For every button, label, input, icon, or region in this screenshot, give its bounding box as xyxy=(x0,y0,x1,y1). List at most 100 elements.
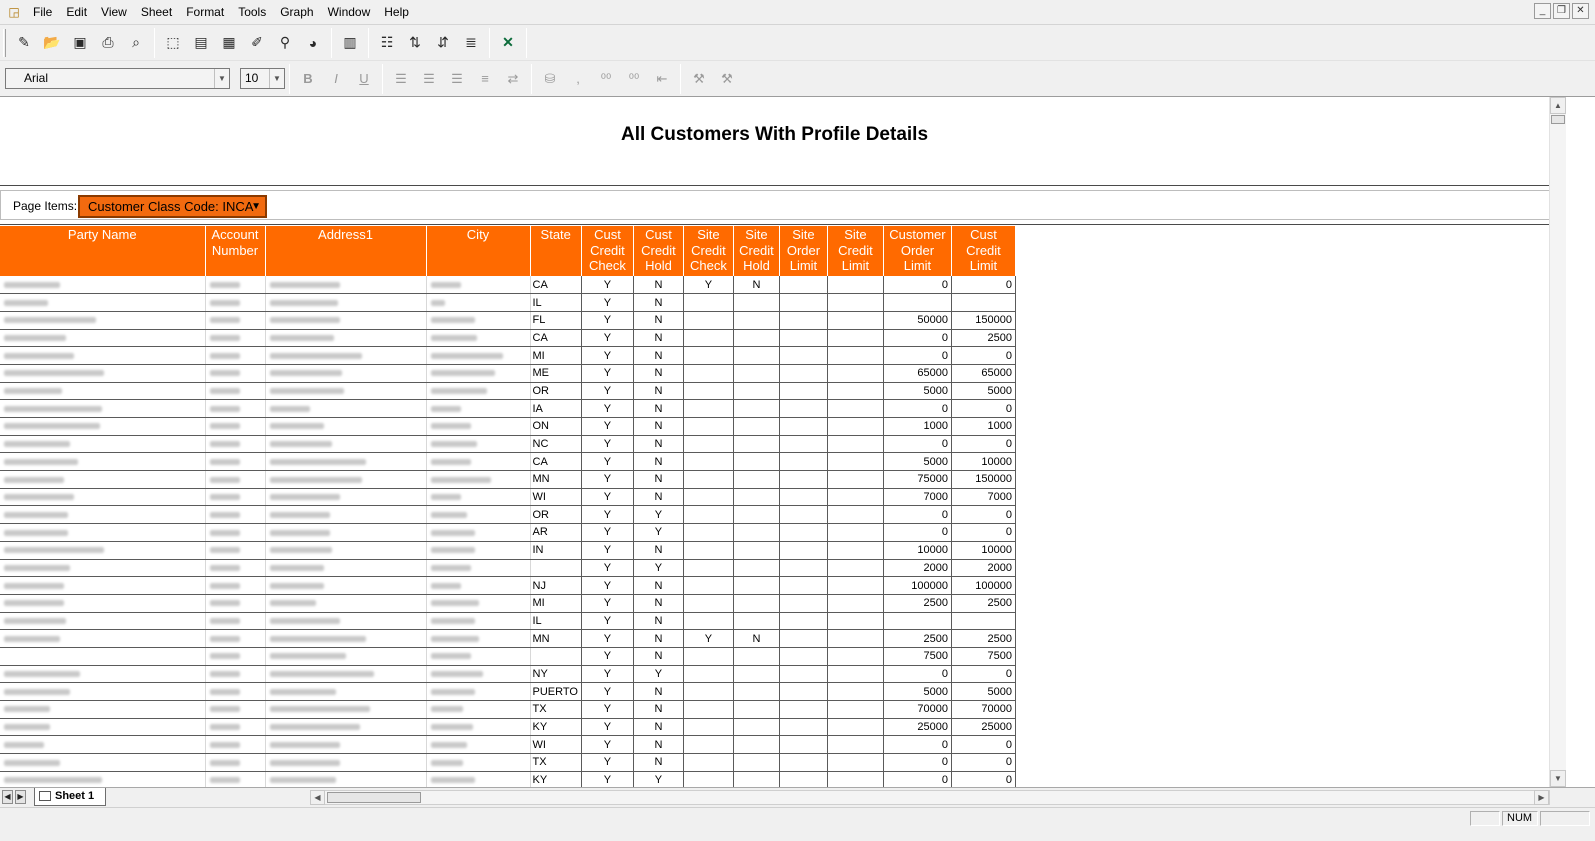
account-number-cell[interactable] xyxy=(205,470,266,489)
sch-cell[interactable] xyxy=(733,488,780,507)
column-header[interactable]: Site Credit Hold xyxy=(733,226,780,276)
table-row[interactable]: FL Y N 50000 150000 xyxy=(0,311,1016,330)
sol-cell[interactable] xyxy=(779,276,828,295)
city-cell[interactable] xyxy=(426,594,531,613)
menu-format[interactable]: Format xyxy=(179,0,231,25)
scc-cell[interactable] xyxy=(683,452,734,472)
table-row[interactable]: MI Y N 0 0 xyxy=(0,346,1016,365)
address-cell[interactable] xyxy=(265,505,427,525)
sch-cell[interactable] xyxy=(733,753,780,772)
scl-cell[interactable] xyxy=(827,594,884,613)
sch-cell[interactable] xyxy=(733,735,780,755)
tab-scroll-left-icon[interactable]: ◀ xyxy=(2,790,13,804)
align-center-icon[interactable]: ☰ xyxy=(418,68,440,90)
sch-cell[interactable] xyxy=(733,612,780,631)
ccl-cell[interactable]: 2000 xyxy=(951,559,1016,578)
ccl-cell[interactable]: 150000 xyxy=(951,311,1016,330)
scl-cell[interactable] xyxy=(827,647,884,666)
city-cell[interactable] xyxy=(426,541,531,560)
graph-icon[interactable]: ▥ xyxy=(339,32,361,54)
ccc-cell[interactable]: Y xyxy=(581,541,634,560)
menu-sheet[interactable]: Sheet xyxy=(134,0,179,25)
scc-cell[interactable] xyxy=(683,364,734,383)
scl-cell[interactable] xyxy=(827,541,884,560)
scl-cell[interactable] xyxy=(827,682,884,701)
scl-cell[interactable] xyxy=(827,612,884,631)
scl-cell[interactable] xyxy=(827,452,884,472)
state-cell[interactable]: MI xyxy=(530,594,582,613)
ccc-cell[interactable]: Y xyxy=(581,311,634,330)
new-icon[interactable]: ✎ xyxy=(13,32,35,54)
ccl-cell[interactable] xyxy=(951,612,1016,631)
ccc-cell[interactable]: Y xyxy=(581,329,634,348)
account-number-cell[interactable] xyxy=(205,735,266,755)
scc-cell[interactable] xyxy=(683,735,734,755)
sch-cell[interactable] xyxy=(733,541,780,560)
sch-cell[interactable] xyxy=(733,665,780,684)
ccc-cell[interactable]: Y xyxy=(581,364,634,383)
sch-cell[interactable] xyxy=(733,382,780,401)
bold-button[interactable]: B xyxy=(297,68,319,90)
sol-cell[interactable] xyxy=(779,293,828,312)
party-name-cell[interactable] xyxy=(0,293,206,312)
address-cell[interactable] xyxy=(265,452,427,472)
justify-icon[interactable]: ≡ xyxy=(474,68,496,90)
account-number-cell[interactable] xyxy=(205,612,266,631)
sch-cell[interactable] xyxy=(733,700,780,719)
state-cell[interactable]: CA xyxy=(530,276,582,295)
ccc-cell[interactable]: Y xyxy=(581,276,634,295)
column-header[interactable]: Site Credit Check xyxy=(683,226,734,276)
account-number-cell[interactable] xyxy=(205,399,266,418)
column-header[interactable]: Site Credit Limit xyxy=(827,226,884,276)
account-number-cell[interactable] xyxy=(205,346,266,365)
state-cell[interactable]: TX xyxy=(530,700,582,719)
address-cell[interactable] xyxy=(265,399,427,418)
address-cell[interactable] xyxy=(265,541,427,560)
address-cell[interactable] xyxy=(265,417,427,436)
city-cell[interactable] xyxy=(426,771,531,787)
scc-cell[interactable] xyxy=(683,470,734,489)
ccc-cell[interactable]: Y xyxy=(581,753,634,772)
sch-cell[interactable]: N xyxy=(733,276,780,295)
ccl-cell[interactable]: 0 xyxy=(951,399,1016,418)
sol-cell[interactable] xyxy=(779,417,828,436)
cch-cell[interactable]: N xyxy=(633,682,684,701)
state-cell[interactable] xyxy=(530,647,582,666)
col-cell[interactable]: 0 xyxy=(883,399,952,418)
scc-cell[interactable] xyxy=(683,612,734,631)
sol-cell[interactable] xyxy=(779,382,828,401)
account-number-cell[interactable] xyxy=(205,629,266,648)
ccc-cell[interactable]: Y xyxy=(581,647,634,666)
party-name-cell[interactable] xyxy=(0,276,206,295)
city-cell[interactable] xyxy=(426,735,531,755)
col-cell[interactable]: 50000 xyxy=(883,311,952,330)
address-cell[interactable] xyxy=(265,346,427,365)
city-cell[interactable] xyxy=(426,435,531,454)
address-cell[interactable] xyxy=(265,753,427,772)
state-cell[interactable]: NC xyxy=(530,435,582,454)
column-header[interactable]: Cust Credit Hold xyxy=(633,226,684,276)
cch-cell[interactable]: N xyxy=(633,311,684,330)
table-row[interactable]: IL Y N xyxy=(0,293,1016,312)
state-cell[interactable]: ME xyxy=(530,364,582,383)
table-row[interactable]: CA Y N Y N 0 0 xyxy=(0,276,1016,295)
city-cell[interactable] xyxy=(426,470,531,489)
col-cell[interactable]: 5000 xyxy=(883,452,952,472)
column-header[interactable]: Site Order Limit xyxy=(779,226,828,276)
city-cell[interactable] xyxy=(426,311,531,330)
scroll-up-icon[interactable]: ▲ xyxy=(1550,97,1566,114)
col-cell[interactable]: 7000 xyxy=(883,488,952,507)
party-name-cell[interactable] xyxy=(0,771,206,787)
state-cell[interactable]: IN xyxy=(530,541,582,560)
cch-cell[interactable]: Y xyxy=(633,771,684,787)
sch-cell[interactable] xyxy=(733,417,780,436)
ccl-cell[interactable]: 0 xyxy=(951,346,1016,365)
address-cell[interactable] xyxy=(265,523,427,542)
scl-cell[interactable] xyxy=(827,771,884,787)
account-number-cell[interactable] xyxy=(205,382,266,401)
table-row[interactable]: CA Y N 0 2500 xyxy=(0,329,1016,348)
sch-cell[interactable] xyxy=(733,435,780,454)
party-name-cell[interactable] xyxy=(0,559,206,578)
address-cell[interactable] xyxy=(265,311,427,330)
table-row[interactable]: Y N 7500 7500 xyxy=(0,647,1016,666)
